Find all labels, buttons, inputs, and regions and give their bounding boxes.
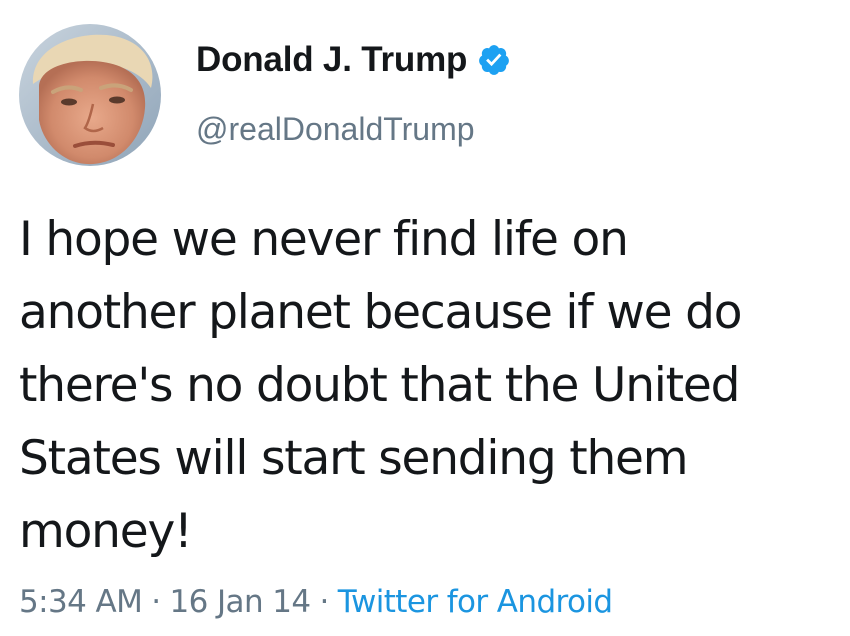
verified-badge-icon [479,45,510,75]
tweet-text-line: I hope we never find life on [19,212,629,267]
author-handle[interactable]: @realDonaldTrump [196,111,475,148]
tweet-time[interactable]: 5:34 AM [19,584,143,620]
tweet-source-link[interactable]: Twitter for Android [338,584,613,620]
tweet-text-line: another planet because if we do [19,285,742,340]
tweet-text-line: States will start sending them [19,431,689,486]
tweet-card: Donald J. Trump @realDonaldTrump I hope … [0,0,850,636]
meta-separator: · [319,584,330,620]
avatar[interactable] [19,24,161,166]
tweet-text-line: money! [19,504,193,559]
tweet-text-line: there's no doubt that the United [19,358,740,413]
author-display-name[interactable]: Donald J. Trump [196,40,467,80]
tweet-meta: 5:34 AM · 16 Jan 14 · Twitter for Android [19,584,613,620]
meta-separator: · [151,584,161,620]
tweet-text: I hope we never find life on another pla… [19,203,834,568]
tweet-date[interactable]: 16 Jan 14 [170,584,312,620]
author-name-row[interactable]: Donald J. Trump [196,40,511,80]
